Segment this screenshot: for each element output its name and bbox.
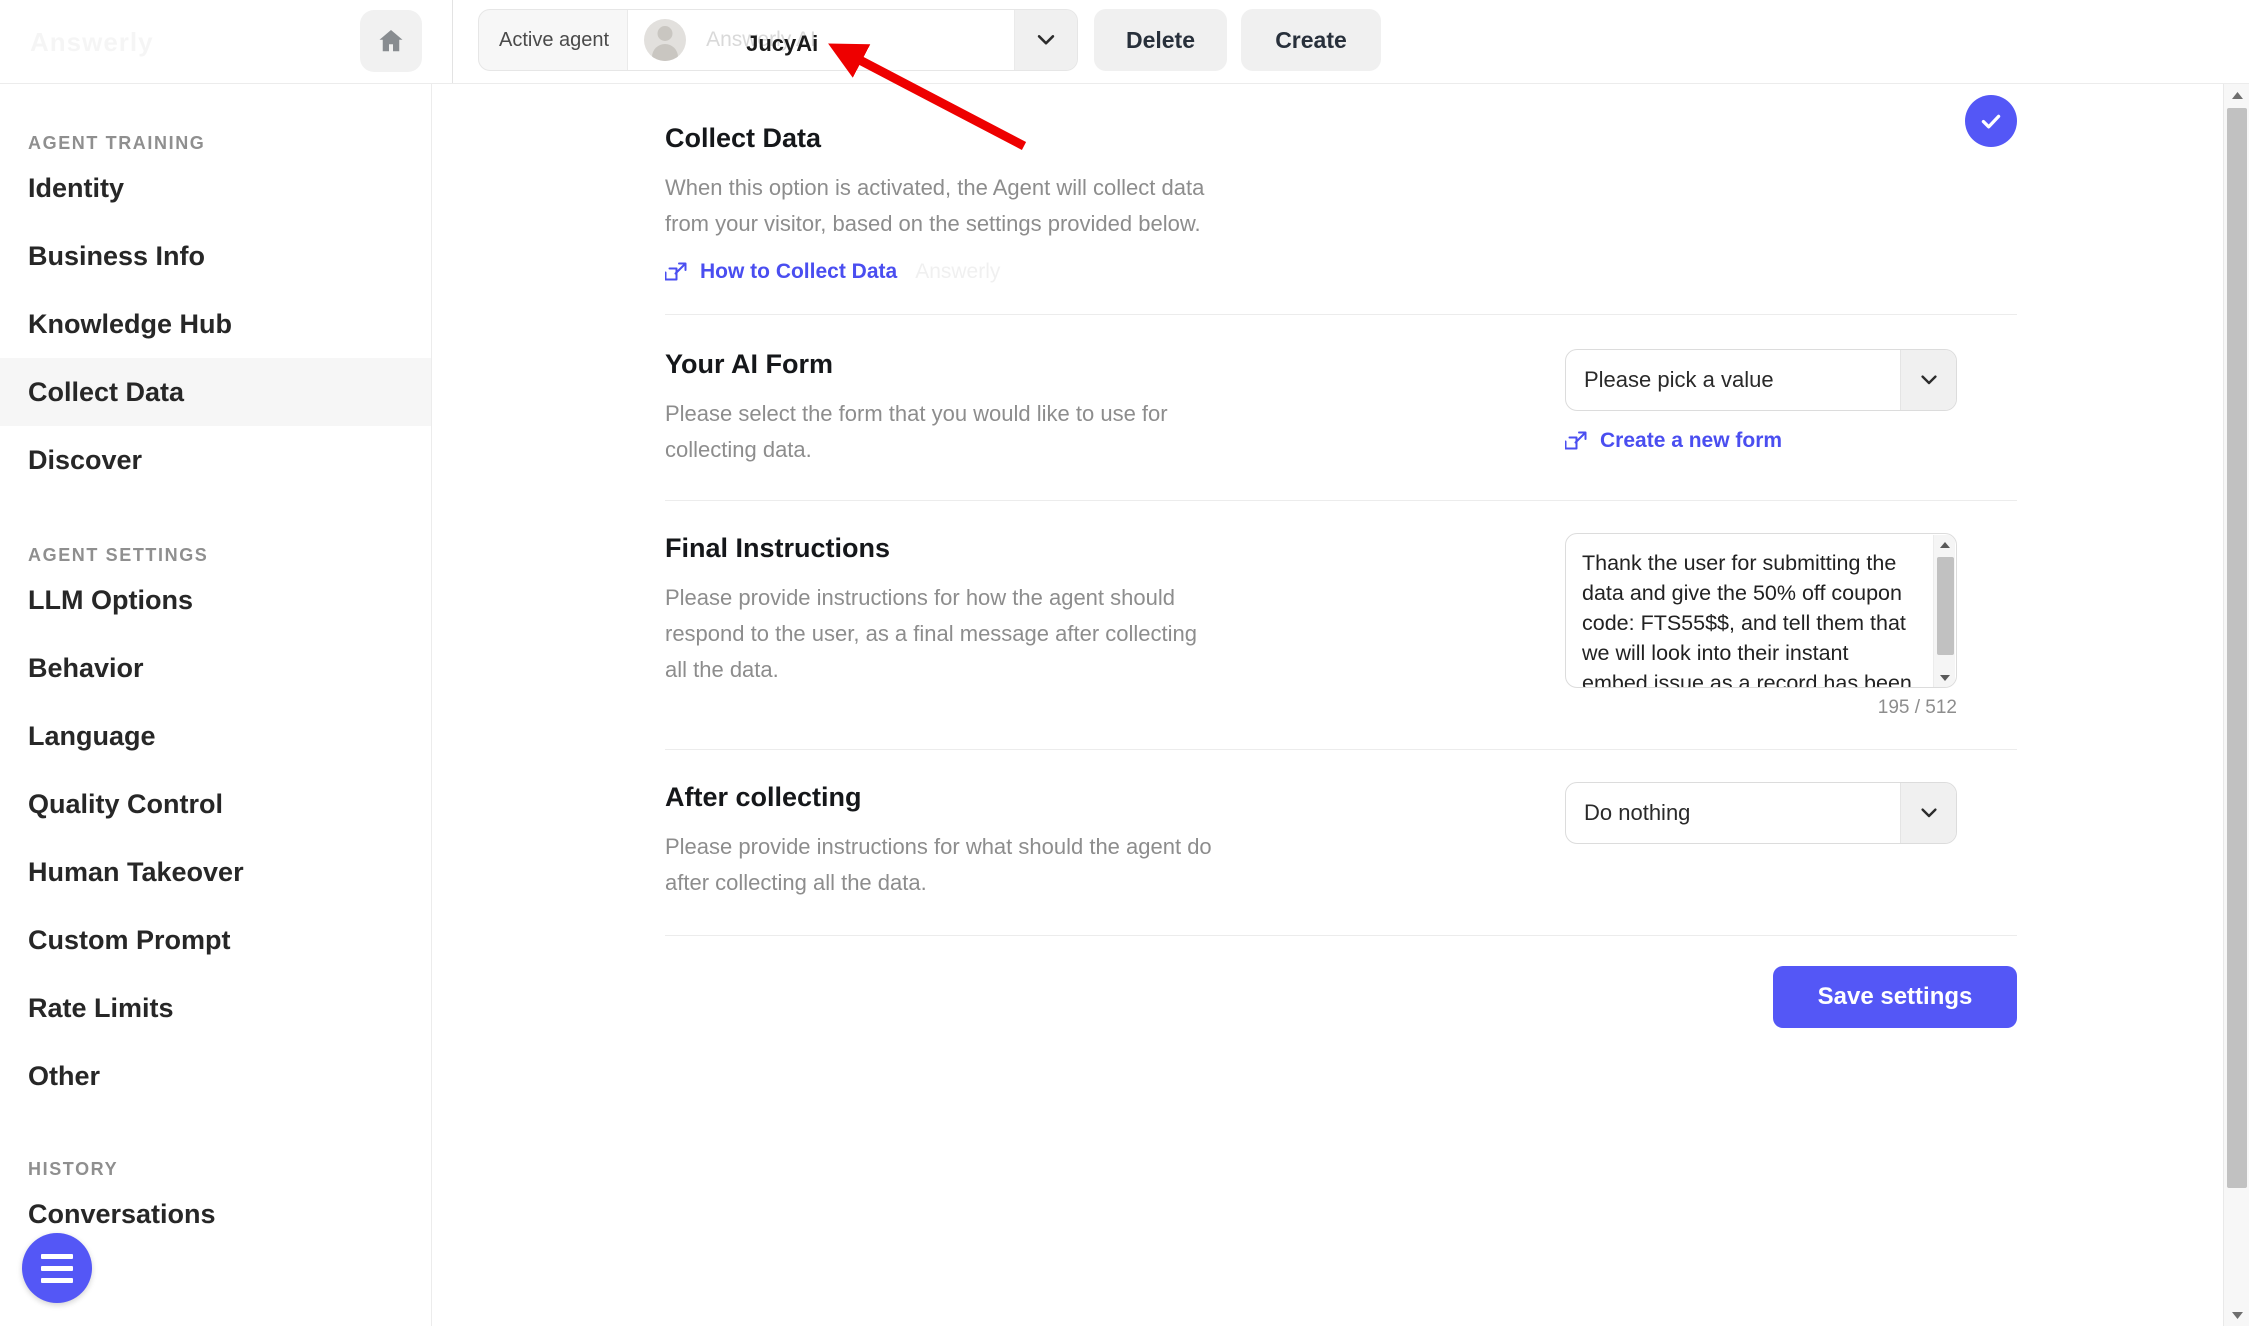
sidebar-scrollbar-thumb[interactable] (2227, 108, 2247, 1188)
ai-form-select-value: Please pick a value (1584, 367, 1774, 392)
how-to-collect-data-link-label: How to Collect Data (700, 260, 898, 283)
final-instructions-scrollbar[interactable] (1933, 535, 1956, 687)
sidebar-item-label: Behavior (28, 652, 144, 683)
sidebar-item-custom-prompt[interactable]: Custom Prompt (0, 906, 431, 974)
sidebar-item-label: Business Info (28, 240, 206, 271)
scroll-up-arrow-icon[interactable] (2224, 84, 2249, 106)
collect-data-description: When this option is activated, the Agent… (665, 175, 1205, 236)
sidebar-item-label: Collect Data (28, 376, 185, 407)
how-to-collect-data-link[interactable]: How to Collect Data (665, 260, 897, 284)
chevron-down-icon (1037, 35, 1055, 45)
save-settings-button[interactable]: Save settings (1773, 966, 2017, 1028)
sidebar: AGENT TRAINING Identity Business Info Kn… (0, 84, 432, 1326)
brand-zone: Answerly (0, 0, 450, 84)
final-instructions-char-counter: 195 / 512 (1877, 697, 1957, 718)
external-link-icon (665, 262, 687, 281)
sidebar-item-language[interactable]: Language (0, 702, 431, 770)
active-agent-label: Active agent (499, 28, 610, 51)
collect-data-watermark: Answerly (915, 260, 1001, 283)
sidebar-item-label: Human Takeover (28, 856, 244, 887)
ai-form-select-caret[interactable] (1900, 350, 1956, 410)
main-content: Collect Data When this option is activat… (433, 85, 2249, 1326)
section-final-instructions: Final Instructions Please provide instru… (665, 501, 2017, 749)
sidebar-item-quality-control[interactable]: Quality Control (0, 770, 431, 838)
final-instructions-textarea[interactable]: Thank the user for submitting the data a… (1565, 533, 1957, 688)
hamburger-menu-icon-bar (41, 1265, 73, 1271)
scroll-up-arrow-icon[interactable] (1934, 535, 1956, 555)
after-collecting-select[interactable]: Do nothing (1565, 782, 1957, 844)
sidebar-item-label: Rate Limits (28, 992, 174, 1023)
active-agent-selector[interactable]: Active agent Answerly AI JucyAi (478, 9, 1078, 71)
sidebar-item-other[interactable]: Other (0, 1042, 431, 1110)
sidebar-item-label: Discover (28, 444, 143, 475)
section-ai-form: Your AI Form Please select the form that… (665, 315, 2017, 500)
chevron-down-icon (1920, 375, 1937, 385)
collect-data-title: Collect Data (665, 123, 822, 153)
app-root: Answerly Active agent Answerly AI JucyAi (0, 0, 2249, 1326)
section-collect-data: Collect Data When this option is activat… (665, 85, 2017, 314)
user-avatar-icon (644, 19, 687, 61)
sidebar-item-label: Language (28, 720, 156, 751)
delete-agent-button[interactable]: Delete (1094, 9, 1227, 71)
sidebar-item-behavior[interactable]: Behavior (0, 634, 431, 702)
sidebar-item-llm-options[interactable]: LLM Options (0, 566, 431, 634)
sidebar-item-label: Identity (28, 172, 125, 203)
topbar-bottom-border (0, 83, 2249, 84)
sidebar-item-label: Custom Prompt (28, 924, 231, 955)
create-new-form-link[interactable]: Create a new form (1565, 429, 1782, 453)
hamburger-menu-icon-bar (41, 1277, 73, 1283)
home-icon (379, 30, 403, 52)
final-instructions-scrollbar-thumb[interactable] (1937, 557, 1954, 655)
brand-logo: Answerly (30, 8, 280, 76)
hamburger-menu-button[interactable] (22, 1233, 92, 1303)
sidebar-item-identity[interactable]: Identity (0, 154, 431, 222)
chevron-down-icon (1920, 808, 1937, 818)
scroll-down-arrow-icon[interactable] (2224, 1304, 2249, 1326)
sidebar-item-knowledge-hub[interactable]: Knowledge Hub (0, 290, 431, 358)
after-collecting-select-value: Do nothing (1584, 800, 1691, 825)
sidebar-item-rate-limits[interactable]: Rate Limits (0, 974, 431, 1042)
sidebar-group-title-agent-settings: AGENT SETTINGS (28, 545, 209, 565)
ai-form-description: Please select the form that you would li… (665, 401, 1168, 462)
sidebar-group-title-history: HISTORY (28, 1159, 119, 1179)
section-after-collecting: After collecting Please provide instruct… (665, 750, 2017, 935)
final-instructions-description: Please provide instructions for how the … (665, 585, 1197, 682)
active-agent-value[interactable]: Answerly AI JucyAi (627, 10, 1015, 70)
final-instructions-title: Final Instructions (665, 533, 891, 563)
top-bar: Answerly Active agent Answerly AI JucyAi (0, 0, 2249, 84)
create-agent-button[interactable]: Create (1241, 9, 1381, 71)
sidebar-item-human-takeover[interactable]: Human Takeover (0, 838, 431, 906)
after-collecting-title: After collecting (665, 782, 862, 812)
hamburger-menu-icon-bar (41, 1253, 73, 1259)
topbar-divider (452, 0, 453, 84)
check-icon (1981, 114, 2001, 129)
final-instructions-textarea-value: Thank the user for submitting the data a… (1582, 551, 1912, 688)
sidebar-item-collect-data[interactable]: Collect Data (0, 358, 431, 426)
sidebar-item-label: LLM Options (28, 584, 193, 615)
after-collecting-description: Please provide instructions for what sho… (665, 834, 1212, 895)
scroll-down-arrow-icon[interactable] (1934, 668, 1956, 687)
sidebar-group-title-agent-training: AGENT TRAINING (28, 133, 206, 153)
ai-form-title: Your AI Form (665, 349, 833, 379)
after-collecting-select-caret[interactable] (1900, 783, 1956, 843)
sidebar-item-label: Other (28, 1060, 101, 1091)
section-save: Save settings (665, 936, 2017, 1028)
active-agent-dropdown-toggle[interactable] (1015, 10, 1077, 70)
sidebar-item-label: Quality Control (28, 788, 223, 819)
ai-form-select[interactable]: Please pick a value (1565, 349, 1957, 411)
collect-data-toggle[interactable] (1965, 95, 2017, 147)
sidebar-item-discover[interactable]: Discover (0, 426, 431, 494)
sidebar-item-label: Conversations (28, 1198, 216, 1229)
active-agent-name: JucyAi (746, 31, 819, 56)
external-link-icon (1565, 431, 1587, 450)
sidebar-scrollbar[interactable] (2223, 84, 2249, 1326)
home-button[interactable] (360, 10, 422, 72)
create-new-form-link-label: Create a new form (1600, 429, 1783, 452)
sidebar-item-label: Knowledge Hub (28, 308, 232, 339)
sidebar-item-business-info[interactable]: Business Info (0, 222, 431, 290)
